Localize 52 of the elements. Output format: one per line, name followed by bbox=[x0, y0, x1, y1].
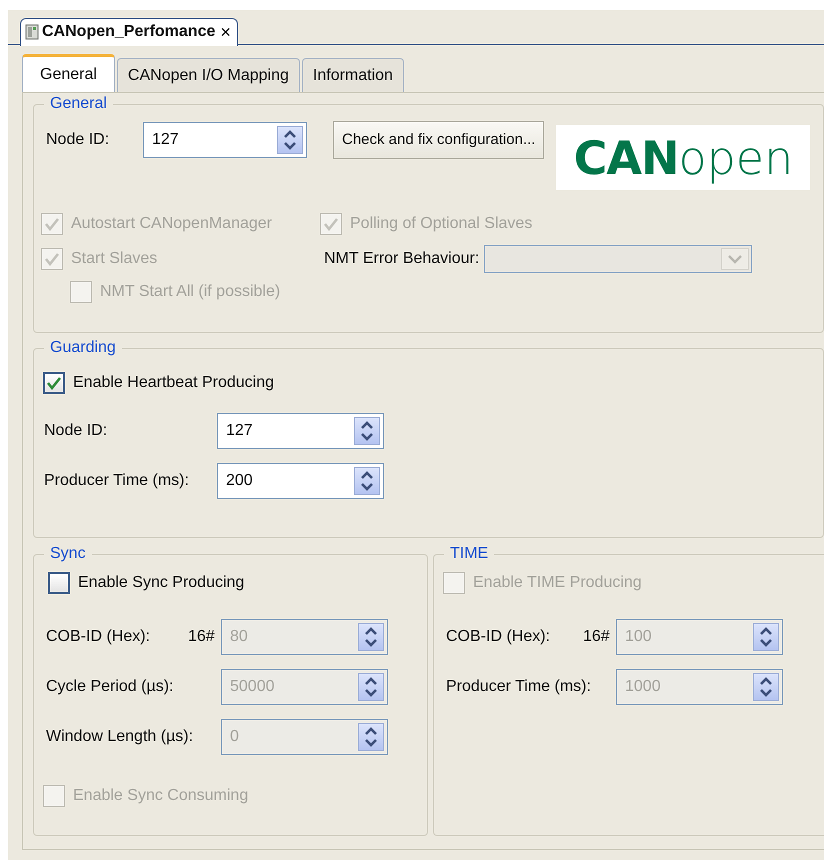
tab[interactable]: Information bbox=[302, 58, 404, 92]
checkbox-label: Enable Heartbeat Producing bbox=[73, 373, 274, 393]
module-icon bbox=[25, 24, 39, 40]
group-title: Guarding bbox=[44, 338, 122, 358]
check-icon bbox=[46, 376, 62, 390]
check-icon bbox=[44, 217, 60, 231]
up-down-icon bbox=[360, 420, 374, 442]
checkbox[interactable] bbox=[48, 572, 70, 594]
chevron-down-icon bbox=[727, 254, 743, 264]
field-label: COB-ID (Hex): bbox=[46, 627, 151, 647]
field-label: Cycle Period (µs): bbox=[46, 677, 174, 697]
checkbox-label: Polling of Optional Slaves bbox=[350, 214, 532, 234]
field-label: Producer Time (ms): bbox=[446, 677, 592, 697]
checkbox-label: NMT Start All (if possible) bbox=[100, 282, 280, 302]
check-configuration-button[interactable]: Check and fix configuration... bbox=[333, 121, 544, 159]
up-down-icon bbox=[364, 626, 378, 648]
canopen-logo: CANopen bbox=[556, 125, 810, 190]
editor-tab-title: CANopen_Perfomance bbox=[42, 22, 216, 42]
spin-button[interactable] bbox=[277, 126, 303, 154]
hex-prefix: 16# bbox=[583, 627, 611, 647]
close-button[interactable]: × bbox=[218, 23, 233, 41]
spin-button[interactable] bbox=[358, 723, 384, 751]
checkbox-label: Start Slaves bbox=[71, 249, 158, 269]
spin-button[interactable] bbox=[753, 623, 779, 651]
field-label: Window Length (µs): bbox=[46, 727, 194, 747]
field-label: Node ID: bbox=[46, 130, 110, 150]
spin-button[interactable] bbox=[354, 417, 380, 445]
up-down-icon bbox=[364, 676, 378, 698]
checkbox-label: Enable Sync Producing bbox=[78, 573, 244, 593]
spin-button[interactable] bbox=[753, 673, 779, 701]
checkbox-label: Autostart CANopenManager bbox=[71, 214, 272, 234]
field-label: Producer Time (ms): bbox=[44, 471, 190, 491]
spin-button[interactable] bbox=[358, 623, 384, 651]
spin-button[interactable] bbox=[358, 673, 384, 701]
up-down-icon bbox=[759, 676, 773, 698]
check-icon bbox=[44, 252, 60, 266]
check-icon bbox=[323, 217, 339, 231]
up-down-icon bbox=[364, 726, 378, 748]
group-title: Sync bbox=[44, 544, 92, 564]
field-label: COB-ID (Hex): bbox=[446, 627, 551, 647]
hex-prefix: 16# bbox=[188, 627, 216, 647]
tab[interactable]: General bbox=[22, 54, 115, 92]
checkbox-label: Enable TIME Producing bbox=[473, 573, 642, 593]
up-down-icon bbox=[283, 129, 297, 151]
field-label: NMT Error Behaviour: bbox=[324, 249, 480, 269]
spin-button[interactable] bbox=[354, 467, 380, 495]
field-label: Node ID: bbox=[44, 421, 108, 441]
up-down-icon bbox=[759, 626, 773, 648]
checkbox[interactable] bbox=[43, 372, 65, 394]
up-down-icon bbox=[360, 470, 374, 492]
tab[interactable]: CANopen I/O Mapping bbox=[116, 58, 300, 92]
checkbox-label: Enable Sync Consuming bbox=[73, 786, 248, 806]
